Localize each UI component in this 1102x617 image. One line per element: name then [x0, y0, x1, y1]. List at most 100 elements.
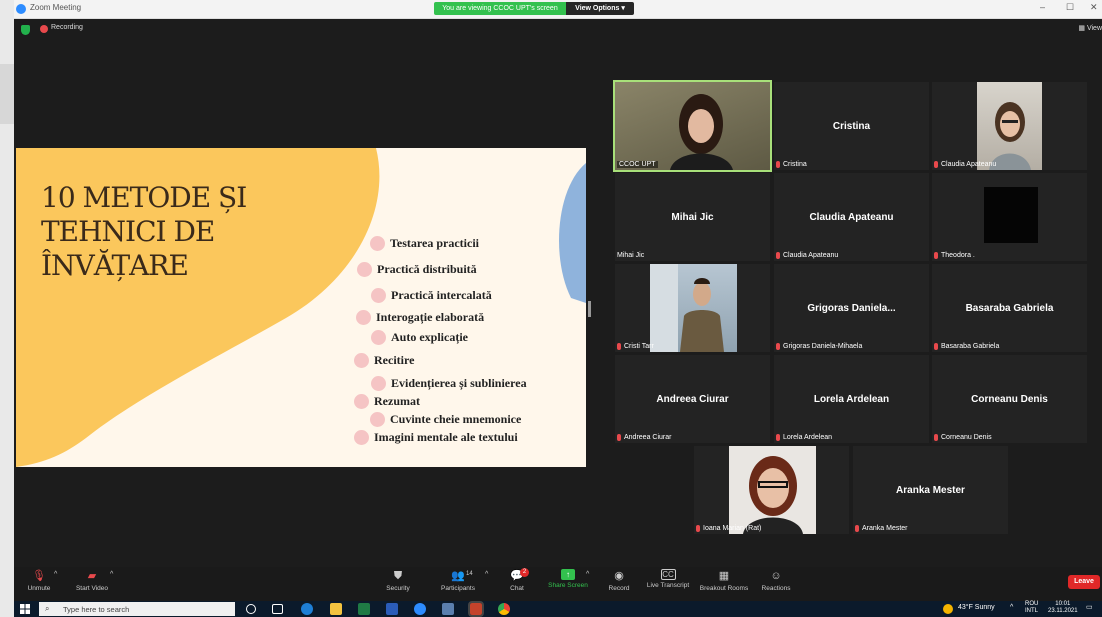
search-icon: ⌕: [45, 604, 50, 613]
slide-item: Imagini mentale ale textului: [354, 430, 518, 445]
task-view-icon[interactable]: [272, 604, 283, 614]
muted-mic-icon: [776, 343, 780, 350]
windows-taskbar: ⌕ Type here to search 43°F Sunny ^ ROU IN…: [14, 601, 1102, 617]
edge-icon[interactable]: [301, 603, 313, 615]
participant-label: Mihai Jic: [617, 252, 645, 259]
zoom-taskbar-icon[interactable]: [414, 603, 426, 615]
weather-text[interactable]: 43°F Sunny: [958, 604, 995, 611]
bullet-icon: [356, 310, 371, 325]
leave-button[interactable]: Leave: [1068, 575, 1100, 589]
slide-item: Cuvinte cheie mnemonice: [370, 412, 521, 427]
excel-icon[interactable]: [358, 603, 370, 615]
bullet-icon: [354, 353, 369, 368]
participant-label: Andreea Ciurar: [617, 434, 671, 441]
participant-tile[interactable]: Mihai Jic Mihai Jic: [615, 173, 770, 261]
bullet-icon: [370, 412, 385, 427]
windows-start-icon[interactable]: [20, 604, 30, 614]
close-button[interactable]: ✕: [1090, 2, 1098, 13]
share-status: You are viewing CCOC UPT's screen: [434, 2, 566, 15]
record-icon: ◉: [614, 570, 624, 582]
participant-label: Aranka Mester: [855, 525, 908, 532]
zoom-logo-icon: [16, 4, 26, 14]
participant-tile[interactable]: Claudia Apateanu: [932, 82, 1087, 170]
live-transcript-button[interactable]: CC Live Transcript: [638, 569, 698, 589]
participant-name: Mihai Jic: [671, 211, 714, 223]
participants-count: 14: [466, 571, 473, 577]
muted-mic-icon: [617, 434, 621, 441]
chrome-icon[interactable]: [498, 603, 510, 615]
weather-sun-icon: [943, 604, 953, 614]
slide-item: Practică distribuită: [357, 262, 477, 277]
breakout-rooms-button[interactable]: ▦ Breakout Rooms: [694, 569, 754, 592]
participant-label: Claudia Apateanu: [776, 252, 838, 259]
language-indicator[interactable]: ROU INTL: [1025, 601, 1038, 615]
split-view-handle[interactable]: [588, 301, 591, 317]
muted-mic-icon: [776, 252, 780, 259]
participant-label: Cristina: [776, 161, 807, 168]
cortana-icon[interactable]: [246, 604, 256, 614]
muted-mic-icon: 🎙: [32, 570, 46, 582]
view-label: View: [1086, 25, 1102, 32]
shield-icon: ⛊: [393, 570, 403, 582]
participant-video: [650, 264, 737, 352]
participant-tile[interactable]: Corneanu Denis Corneanu Denis: [932, 355, 1087, 443]
minimize-button[interactable]: –: [1040, 2, 1045, 12]
participant-tile[interactable]: Claudia Apateanu Claudia Apateanu: [774, 173, 929, 261]
participant-label: Claudia Apateanu: [934, 161, 996, 168]
powerpoint-icon[interactable]: [468, 601, 484, 617]
tray-chevron-icon[interactable]: ^: [1010, 604, 1013, 611]
participant-label: Cristi Tarr: [617, 343, 654, 350]
reactions-button[interactable]: ☺ Reactions: [746, 569, 806, 592]
word-icon[interactable]: [386, 603, 398, 615]
participant-tile[interactable]: Cristi Tarr: [615, 264, 770, 352]
participant-tile[interactable]: Ioana Marian (Rat): [694, 446, 849, 534]
participant-name: Aranka Mester: [896, 484, 965, 496]
audio-options-caret-icon[interactable]: ^: [54, 571, 57, 578]
muted-mic-icon: [934, 252, 938, 259]
participant-tile[interactable]: CCOC UPT: [613, 80, 772, 172]
unmute-button[interactable]: 🎙 Unmute: [9, 569, 69, 592]
clock[interactable]: 10:01 23.11.2021: [1048, 601, 1078, 615]
title-bar: Zoom Meeting You are viewing CCOC UPT's …: [14, 0, 1102, 19]
participant-tile[interactable]: Theodora .: [932, 173, 1087, 261]
muted-mic-icon: [696, 525, 700, 532]
breakout-rooms-icon: ▦: [718, 570, 730, 582]
file-explorer-icon[interactable]: [330, 603, 342, 615]
notifications-icon[interactable]: ▭: [1086, 603, 1093, 611]
maximize-button[interactable]: ☐: [1066, 2, 1074, 13]
desktop-edge: [0, 0, 14, 617]
recording-label: Recording: [51, 24, 83, 31]
participant-tile[interactable]: Basaraba Gabriela Basaraba Gabriela: [932, 264, 1087, 352]
participant-name: Grigoras Daniela...: [807, 302, 896, 314]
view-options-button[interactable]: View Options ▾: [566, 2, 634, 15]
taskbar-search-input[interactable]: ⌕ Type here to search: [39, 602, 235, 616]
slide-item: Auto explicație: [371, 330, 468, 345]
participant-video: [615, 82, 770, 170]
encryption-shield-icon[interactable]: [21, 25, 30, 35]
view-button[interactable]: ▦ View: [1078, 24, 1102, 32]
participant-tile[interactable]: Grigoras Daniela... Grigoras Daniela-Mih…: [774, 264, 929, 352]
participant-tile[interactable]: Aranka Mester Aranka Mester: [853, 446, 1008, 534]
chat-badge: 2: [520, 568, 529, 577]
participant-tile[interactable]: Cristina Cristina: [774, 82, 929, 170]
participant-tile[interactable]: Lorela Ardelean Lorela Ardelean: [774, 355, 929, 443]
muted-mic-icon: [934, 434, 938, 441]
participant-name: Andreea Ciurar: [656, 393, 729, 405]
meeting-toolbar: 🎙 Unmute ^ ▰ Start Video ^ ⛊ Security 👥 …: [14, 567, 1102, 601]
participant-label: CCOC UPT: [617, 161, 658, 168]
video-options-caret-icon[interactable]: ^: [110, 571, 113, 578]
share-screen-icon: ↑: [561, 569, 575, 580]
participant-video: [977, 82, 1042, 170]
participant-tile[interactable]: Andreea Ciurar Andreea Ciurar: [615, 355, 770, 443]
participants-button[interactable]: 👥 Participants: [428, 569, 488, 592]
participant-label: Theodora .: [934, 252, 975, 259]
slide-item: Practică intercalată: [371, 288, 492, 303]
reactions-icon: ☺: [770, 570, 782, 582]
participants-icon: 👥: [451, 570, 465, 582]
participant-name: Corneanu Denis: [971, 393, 1048, 405]
app-icon[interactable]: [442, 603, 454, 615]
participant-video: [984, 187, 1038, 243]
security-button[interactable]: ⛊ Security: [368, 569, 428, 592]
muted-mic-icon: [617, 343, 621, 350]
video-off-icon: ▰: [87, 570, 97, 582]
